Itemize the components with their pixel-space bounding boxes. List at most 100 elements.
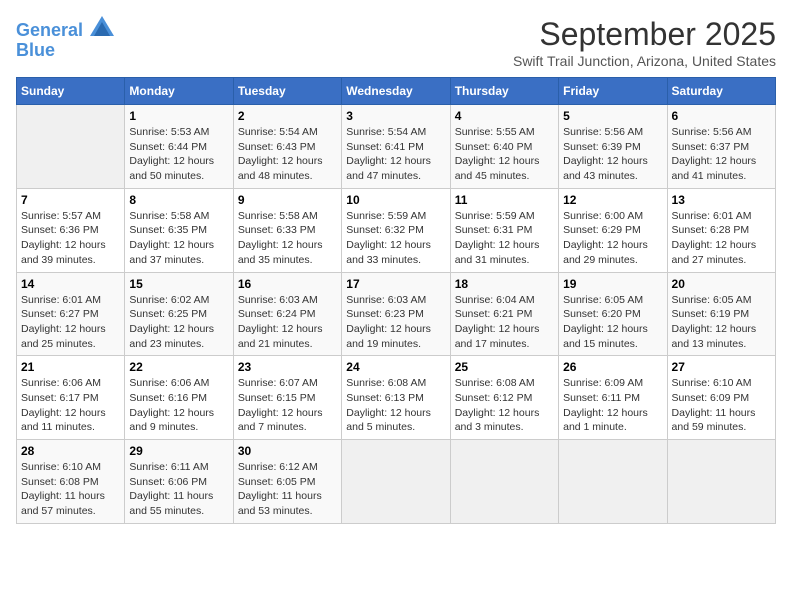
calendar-cell: 15Sunrise: 6:02 AM Sunset: 6:25 PM Dayli…: [125, 272, 233, 356]
day-number: 12: [563, 193, 662, 207]
day-number: 13: [672, 193, 771, 207]
day-info: Sunrise: 6:03 AM Sunset: 6:24 PM Dayligh…: [238, 293, 337, 352]
day-number: 10: [346, 193, 445, 207]
day-info: Sunrise: 5:54 AM Sunset: 6:41 PM Dayligh…: [346, 125, 445, 184]
calendar-cell: 17 Sunrise: 6:03 AM Sunset: 6:23 PM Dayli…: [342, 272, 450, 356]
calendar-cell: 29 Sunrise: 6:11 AM Sunset: 6:06 PM Dayli…: [125, 440, 233, 524]
calendar-cell: 23 Sunrise: 6:07 AM Sunset: 6:15 PM Dayli…: [233, 356, 341, 440]
logo-text: General: [16, 16, 114, 41]
day-number: 24: [346, 360, 445, 374]
logo: General Blue: [16, 16, 114, 61]
day-info: Sunrise: 5:55 AM Sunset: 6:40 PM Dayligh…: [455, 125, 554, 184]
title-block: September 2025 Swift Trail Junction, Ari…: [513, 16, 776, 69]
calendar-cell: 27 Sunrise: 6:10 AM Sunset: 6:09 PM Dayli…: [667, 356, 775, 440]
day-number: 26: [563, 360, 662, 374]
calendar-cell: 12 Sunrise: 6:00 AM Sunset: 6:29 PM Dayli…: [559, 188, 667, 272]
day-info: Sunrise: 6:04 AM Sunset: 6:21 PM Dayligh…: [455, 293, 554, 352]
day-number: 11: [455, 193, 554, 207]
day-info: Sunrise: 5:57 AM Sunset: 6:36 PM Dayligh…: [21, 209, 120, 268]
calendar-cell: 22Sunrise: 6:06 AM Sunset: 6:16 PM Dayli…: [125, 356, 233, 440]
calendar-cell: 2Sunrise: 5:54 AM Sunset: 6:43 PM Daylig…: [233, 105, 341, 189]
day-info: Sunrise: 6:01 AM Sunset: 6:27 PM Dayligh…: [21, 293, 120, 352]
day-number: 4: [455, 109, 554, 123]
calendar-cell: 28 Sunrise: 6:10 AM Sunset: 6:08 PM Dayli…: [17, 440, 125, 524]
calendar-week-row: 28 Sunrise: 6:10 AM Sunset: 6:08 PM Dayli…: [17, 440, 776, 524]
day-info: Sunrise: 6:09 AM Sunset: 6:11 PM Dayligh…: [563, 376, 662, 435]
day-info: Sunrise: 6:06 AM Sunset: 6:17 PM Dayligh…: [21, 376, 120, 435]
calendar-cell: [450, 440, 558, 524]
day-number: 5: [563, 109, 662, 123]
day-info: Sunrise: 6:11 AM Sunset: 6:06 PM Dayligh…: [129, 460, 228, 519]
day-info: Sunrise: 6:02 AM Sunset: 6:25 PM Dayligh…: [129, 293, 228, 352]
month-title: September 2025: [513, 16, 776, 53]
calendar-cell: [342, 440, 450, 524]
column-header-saturday: Saturday: [667, 78, 775, 105]
calendar-cell: 9Sunrise: 5:58 AM Sunset: 6:33 PM Daylig…: [233, 188, 341, 272]
calendar-cell: 8 Sunrise: 5:58 AM Sunset: 6:35 PM Daylig…: [125, 188, 233, 272]
day-number: 21: [21, 360, 120, 374]
calendar-cell: 18 Sunrise: 6:04 AM Sunset: 6:21 PM Dayli…: [450, 272, 558, 356]
calendar-week-row: 1Sunrise: 5:53 AM Sunset: 6:44 PM Daylig…: [17, 105, 776, 189]
day-number: 20: [672, 277, 771, 291]
calendar-cell: 24 Sunrise: 6:08 AM Sunset: 6:13 PM Dayli…: [342, 356, 450, 440]
calendar-cell: 30Sunrise: 6:12 AM Sunset: 6:05 PM Dayli…: [233, 440, 341, 524]
day-number: 16: [238, 277, 337, 291]
calendar-cell: 26 Sunrise: 6:09 AM Sunset: 6:11 PM Dayli…: [559, 356, 667, 440]
logo-line2: Blue: [16, 41, 114, 61]
column-header-tuesday: Tuesday: [233, 78, 341, 105]
calendar-cell: [559, 440, 667, 524]
day-number: 7: [21, 193, 120, 207]
day-info: Sunrise: 6:10 AM Sunset: 6:08 PM Dayligh…: [21, 460, 120, 519]
day-info: Sunrise: 6:03 AM Sunset: 6:23 PM Dayligh…: [346, 293, 445, 352]
day-info: Sunrise: 6:00 AM Sunset: 6:29 PM Dayligh…: [563, 209, 662, 268]
calendar-cell: 11 Sunrise: 5:59 AM Sunset: 6:31 PM Dayli…: [450, 188, 558, 272]
location: Swift Trail Junction, Arizona, United St…: [513, 53, 776, 69]
calendar-week-row: 14 Sunrise: 6:01 AM Sunset: 6:27 PM Dayli…: [17, 272, 776, 356]
day-info: Sunrise: 6:10 AM Sunset: 6:09 PM Dayligh…: [672, 376, 771, 435]
calendar-cell: [17, 105, 125, 189]
calendar-cell: 1Sunrise: 5:53 AM Sunset: 6:44 PM Daylig…: [125, 105, 233, 189]
day-number: 25: [455, 360, 554, 374]
calendar-cell: 6 Sunrise: 5:56 AM Sunset: 6:37 PM Daylig…: [667, 105, 775, 189]
calendar-cell: [667, 440, 775, 524]
calendar-cell: 20 Sunrise: 6:05 AM Sunset: 6:19 PM Dayli…: [667, 272, 775, 356]
day-info: Sunrise: 5:56 AM Sunset: 6:37 PM Dayligh…: [672, 125, 771, 184]
day-number: 6: [672, 109, 771, 123]
calendar-week-row: 7 Sunrise: 5:57 AM Sunset: 6:36 PM Daylig…: [17, 188, 776, 272]
column-header-friday: Friday: [559, 78, 667, 105]
day-number: 29: [129, 444, 228, 458]
day-number: 18: [455, 277, 554, 291]
page-header: General Blue September 2025 Swift Trail …: [16, 16, 776, 69]
day-info: Sunrise: 6:06 AM Sunset: 6:16 PM Dayligh…: [129, 376, 228, 435]
column-header-thursday: Thursday: [450, 78, 558, 105]
day-info: Sunrise: 5:53 AM Sunset: 6:44 PM Dayligh…: [129, 125, 228, 184]
calendar-cell: 10Sunrise: 5:59 AM Sunset: 6:32 PM Dayli…: [342, 188, 450, 272]
day-info: Sunrise: 6:05 AM Sunset: 6:19 PM Dayligh…: [672, 293, 771, 352]
calendar-table: SundayMondayTuesdayWednesdayThursdayFrid…: [16, 77, 776, 524]
logo-icon: [90, 16, 114, 36]
day-number: 28: [21, 444, 120, 458]
day-info: Sunrise: 5:56 AM Sunset: 6:39 PM Dayligh…: [563, 125, 662, 184]
day-info: Sunrise: 6:08 AM Sunset: 6:13 PM Dayligh…: [346, 376, 445, 435]
calendar-cell: 7 Sunrise: 5:57 AM Sunset: 6:36 PM Daylig…: [17, 188, 125, 272]
day-info: Sunrise: 6:07 AM Sunset: 6:15 PM Dayligh…: [238, 376, 337, 435]
day-number: 27: [672, 360, 771, 374]
day-info: Sunrise: 5:59 AM Sunset: 6:31 PM Dayligh…: [455, 209, 554, 268]
day-number: 30: [238, 444, 337, 458]
column-header-sunday: Sunday: [17, 78, 125, 105]
calendar-cell: 21 Sunrise: 6:06 AM Sunset: 6:17 PM Dayli…: [17, 356, 125, 440]
day-number: 14: [21, 277, 120, 291]
day-number: 23: [238, 360, 337, 374]
day-info: Sunrise: 6:01 AM Sunset: 6:28 PM Dayligh…: [672, 209, 771, 268]
calendar-cell: 16 Sunrise: 6:03 AM Sunset: 6:24 PM Dayli…: [233, 272, 341, 356]
day-info: Sunrise: 5:58 AM Sunset: 6:35 PM Dayligh…: [129, 209, 228, 268]
calendar-cell: 3Sunrise: 5:54 AM Sunset: 6:41 PM Daylig…: [342, 105, 450, 189]
day-number: 8: [129, 193, 228, 207]
calendar-header-row: SundayMondayTuesdayWednesdayThursdayFrid…: [17, 78, 776, 105]
day-number: 17: [346, 277, 445, 291]
calendar-cell: 14 Sunrise: 6:01 AM Sunset: 6:27 PM Dayli…: [17, 272, 125, 356]
day-info: Sunrise: 6:05 AM Sunset: 6:20 PM Dayligh…: [563, 293, 662, 352]
day-info: Sunrise: 6:08 AM Sunset: 6:12 PM Dayligh…: [455, 376, 554, 435]
day-number: 2: [238, 109, 337, 123]
day-info: Sunrise: 5:58 AM Sunset: 6:33 PM Dayligh…: [238, 209, 337, 268]
